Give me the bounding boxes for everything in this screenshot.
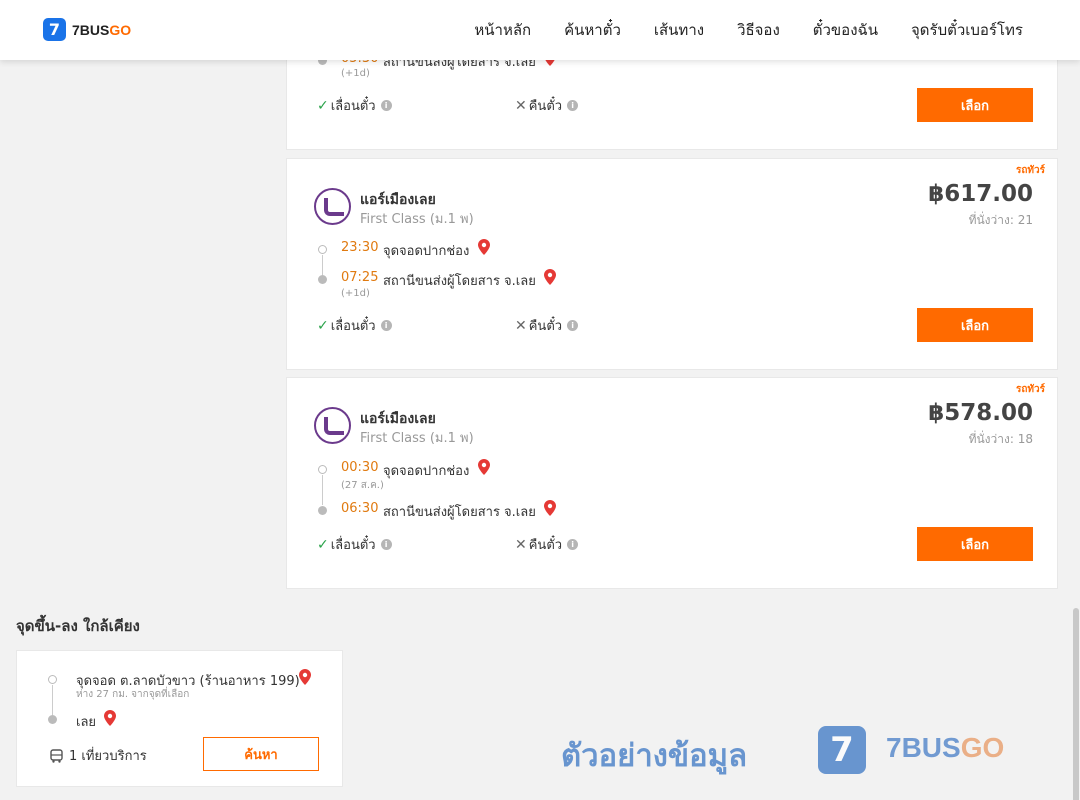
nav-routes[interactable]: เส้นทาง — [654, 18, 704, 42]
watermark-text: ตัวอย่างข้อมูล — [561, 738, 748, 774]
timeline-line — [52, 685, 53, 715]
map-pin-icon[interactable] — [478, 459, 490, 475]
feature-refund-label: คืนตั๋ว — [528, 319, 563, 334]
depart-time: 00:30 — [341, 460, 379, 475]
feature-change-label: เลื่อนตั๋ว — [330, 99, 376, 114]
feature-refund-ticket: ✕ คืนตั๋ว i — [515, 315, 579, 336]
logo-text: 7BUSGO — [72, 22, 131, 38]
select-button[interactable]: เลือก — [917, 527, 1033, 561]
timeline-line — [322, 475, 323, 505]
close-icon: ✕ — [515, 536, 527, 553]
watermark-brand-a: 7BUS — [886, 732, 961, 763]
feature-refund-label: คืนตั๋ว — [528, 99, 563, 114]
feature-refund-ticket: ✕ คืนตั๋ว i — [515, 534, 579, 555]
bus-type-badge: รถทัวร์ — [1015, 165, 1045, 176]
select-button[interactable]: เลือก — [917, 88, 1033, 122]
timeline-dot — [318, 275, 327, 284]
top-header: 7 7BUSGO หน้าหลัก ค้นหาตั๋ว เส้นทาง วิธี… — [0, 0, 1080, 60]
info-icon[interactable]: i — [380, 100, 392, 111]
feature-change-ticket: ✓ เลื่อนตั๋ว i — [317, 315, 392, 336]
trips-count: 1 เที่ยวบริการ — [69, 749, 147, 764]
map-pin-icon[interactable] — [544, 269, 556, 285]
bus-type-badge: รถทัวร์ — [1015, 384, 1045, 395]
operator-logo — [314, 407, 351, 444]
site-logo[interactable]: 7 7BUSGO — [43, 18, 131, 41]
ticket-price: ฿578.00 — [928, 400, 1033, 426]
map-pin-icon[interactable] — [544, 500, 556, 516]
timeline-dot — [48, 675, 57, 684]
nearby-title: จุดขึ้น-ลง ใกล้เคียง — [16, 617, 140, 635]
main-nav: หน้าหลัก ค้นหาตั๋ว เส้นทาง วิธีจอง ตั๋วข… — [474, 0, 1023, 60]
info-icon[interactable]: i — [380, 539, 392, 550]
feature-change-ticket: ✓ เลื่อนตั๋ว i — [317, 534, 392, 555]
trip-card: รถทัวร์ แอร์เมืองเลย First Class (ม.1 พ)… — [286, 377, 1058, 589]
nearby-search-button[interactable]: ค้นหา — [203, 737, 319, 771]
select-button[interactable]: เลือก — [917, 308, 1033, 342]
operator-logo — [314, 188, 351, 225]
arrive-time: 06:30 — [341, 501, 379, 516]
feature-refund-ticket: ✕ คืนตั๋ว i — [515, 95, 579, 116]
nav-how-to-book[interactable]: วิธีจอง — [737, 18, 780, 42]
arrive-station: สถานีขนส่งผู้โดยสาร จ.เลย — [383, 505, 536, 520]
timeline-dot — [318, 245, 327, 254]
depart-note: (27 ส.ค.) — [341, 480, 384, 491]
logo-text-a: 7BUS — [72, 21, 110, 38]
nav-home[interactable]: หน้าหลัก — [474, 18, 531, 42]
arrive-time: 07:25 — [341, 270, 379, 285]
timeline-dot — [318, 465, 327, 474]
nearby-to-stop: เลย — [76, 715, 97, 730]
feature-change-ticket: ✓ เลื่อนตั๋ว i — [317, 95, 392, 116]
check-icon: ✓ — [317, 536, 329, 553]
trip-card: รถทัวร์ แอร์เมืองเลย First Class (ม.1 พ)… — [286, 158, 1058, 370]
logo-mark: 7 — [43, 18, 66, 41]
nav-ticket-pickup[interactable]: จุดรับตั๋วเบอร์โทร — [911, 18, 1023, 42]
scrollbar-thumb[interactable] — [1073, 608, 1079, 800]
page-scrollbar[interactable] — [1072, 60, 1080, 800]
nearby-trips: 1 เที่ยวบริการ — [50, 745, 147, 766]
watermark-brand: 7BUSGO — [886, 732, 1004, 764]
watermark-logo-mark: 7 — [818, 726, 866, 774]
feature-refund-label: คืนตั๋ว — [528, 538, 563, 553]
timeline-dot — [48, 715, 57, 724]
feature-change-label: เลื่อนตั๋ว — [330, 538, 376, 553]
map-pin-icon[interactable] — [478, 239, 490, 255]
nearby-distance: ห่าง 27 กม. จากจุดที่เลือก — [76, 689, 190, 700]
timeline-line — [322, 255, 323, 275]
ticket-price: ฿617.00 — [928, 181, 1033, 207]
check-icon: ✓ — [317, 97, 329, 114]
depart-time: 23:30 — [341, 240, 379, 255]
info-icon[interactable]: i — [567, 539, 579, 550]
watermark-brand-b: GO — [960, 732, 1005, 763]
close-icon: ✕ — [515, 97, 527, 114]
arrive-note: (+1d) — [341, 68, 370, 79]
depart-station: จุดจอดปากช่อง — [383, 244, 470, 259]
close-icon: ✕ — [515, 317, 527, 334]
bus-class: First Class (ม.1 พ) — [360, 212, 474, 227]
feature-change-label: เลื่อนตั๋ว — [330, 319, 376, 334]
nav-my-tickets[interactable]: ตั๋วของฉัน — [813, 18, 878, 42]
map-pin-icon[interactable] — [104, 710, 116, 726]
timeline-dot — [318, 506, 327, 515]
info-icon[interactable]: i — [567, 100, 579, 111]
nearby-route-card: จุดจอด ต.ลาดบัวขาว (ร้านอาหาร 199) ห่าง … — [16, 650, 343, 787]
arrive-station: สถานีขนส่งผู้โดยสาร จ.เลย — [383, 274, 536, 289]
nav-search-tickets[interactable]: ค้นหาตั๋ว — [564, 18, 621, 42]
bus-icon — [50, 748, 63, 763]
seats-available: ที่นั่งว่าง: 21 — [968, 213, 1033, 227]
info-icon[interactable]: i — [380, 320, 392, 331]
seats-available: ที่นั่งว่าง: 18 — [968, 432, 1033, 446]
logo-text-b: GO — [109, 21, 132, 38]
map-pin-icon[interactable] — [299, 669, 311, 685]
depart-station: จุดจอดปากช่อง — [383, 464, 470, 479]
info-icon[interactable]: i — [567, 320, 579, 331]
check-icon: ✓ — [317, 317, 329, 334]
bus-class: First Class (ม.1 พ) — [360, 431, 474, 446]
arrive-note: (+1d) — [341, 288, 370, 299]
